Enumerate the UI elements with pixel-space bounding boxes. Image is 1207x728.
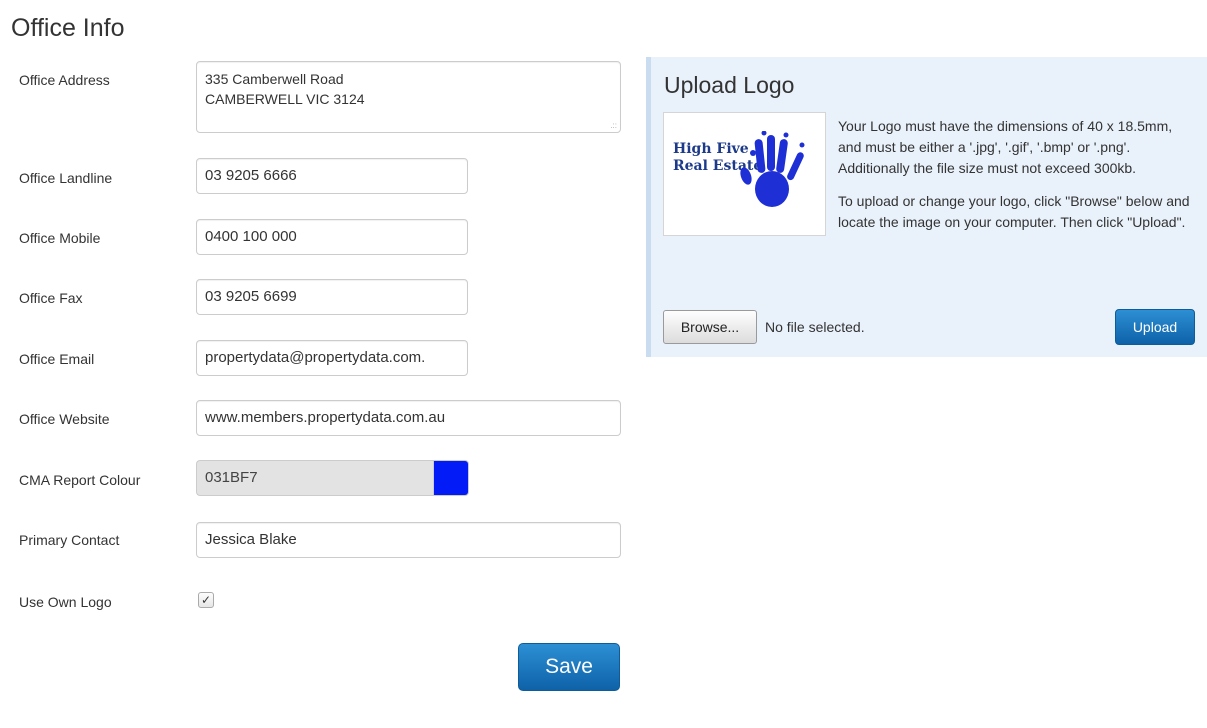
office-email-label: Office Email xyxy=(19,351,95,367)
office-website-label: Office Website xyxy=(19,411,110,427)
office-address-line2: CAMBERWELL VIC 3124 xyxy=(205,91,365,107)
page-title: Office Info xyxy=(11,14,125,42)
office-email-input[interactable]: propertydata@propertydata.com. xyxy=(196,340,468,376)
office-mobile-input[interactable]: 0400 100 000 xyxy=(196,219,468,255)
office-fax-label: Office Fax xyxy=(19,290,83,306)
primary-contact-input[interactable]: Jessica Blake xyxy=(196,522,621,558)
upload-instructions: Your Logo must have the dimensions of 40… xyxy=(838,116,1198,245)
upload-button[interactable]: Upload xyxy=(1115,309,1195,345)
office-mobile-label: Office Mobile xyxy=(19,230,101,246)
hand-print-icon xyxy=(740,131,805,207)
office-fax-input[interactable]: 03 9205 6699 xyxy=(196,279,468,315)
office-landline-label: Office Landline xyxy=(19,170,113,186)
browse-button[interactable]: Browse... xyxy=(663,310,757,344)
logo-preview: High Five Real Estate xyxy=(663,112,826,236)
office-website-input[interactable]: www.members.propertydata.com.au xyxy=(196,400,621,436)
upload-howto-text: To upload or change your logo, click "Br… xyxy=(838,193,1190,230)
cma-report-colour-input[interactable]: 031BF7 xyxy=(196,460,436,496)
upload-requirements-text: Your Logo must have the dimensions of 40… xyxy=(838,118,1173,176)
upload-logo-panel: Upload Logo High Five Real Estate Your L… xyxy=(646,57,1207,357)
cma-report-colour-label: CMA Report Colour xyxy=(19,472,141,488)
office-address-line1: 335 Camberwell Road xyxy=(205,71,344,87)
colour-swatch-button[interactable] xyxy=(433,460,469,496)
file-status-text: No file selected. xyxy=(765,319,865,335)
office-address-label: Office Address xyxy=(19,72,110,88)
save-button[interactable]: Save xyxy=(518,643,620,691)
resize-grip-icon[interactable]: .:: xyxy=(610,122,617,130)
use-own-logo-label: Use Own Logo xyxy=(19,594,112,610)
use-own-logo-checkbox[interactable]: ✓ xyxy=(198,592,214,608)
office-address-textarea[interactable]: 335 Camberwell Road CAMBERWELL VIC 3124 … xyxy=(196,61,621,133)
office-landline-input[interactable]: 03 9205 6666 xyxy=(196,158,468,194)
upload-logo-title: Upload Logo xyxy=(664,72,795,98)
primary-contact-label: Primary Contact xyxy=(19,532,120,548)
